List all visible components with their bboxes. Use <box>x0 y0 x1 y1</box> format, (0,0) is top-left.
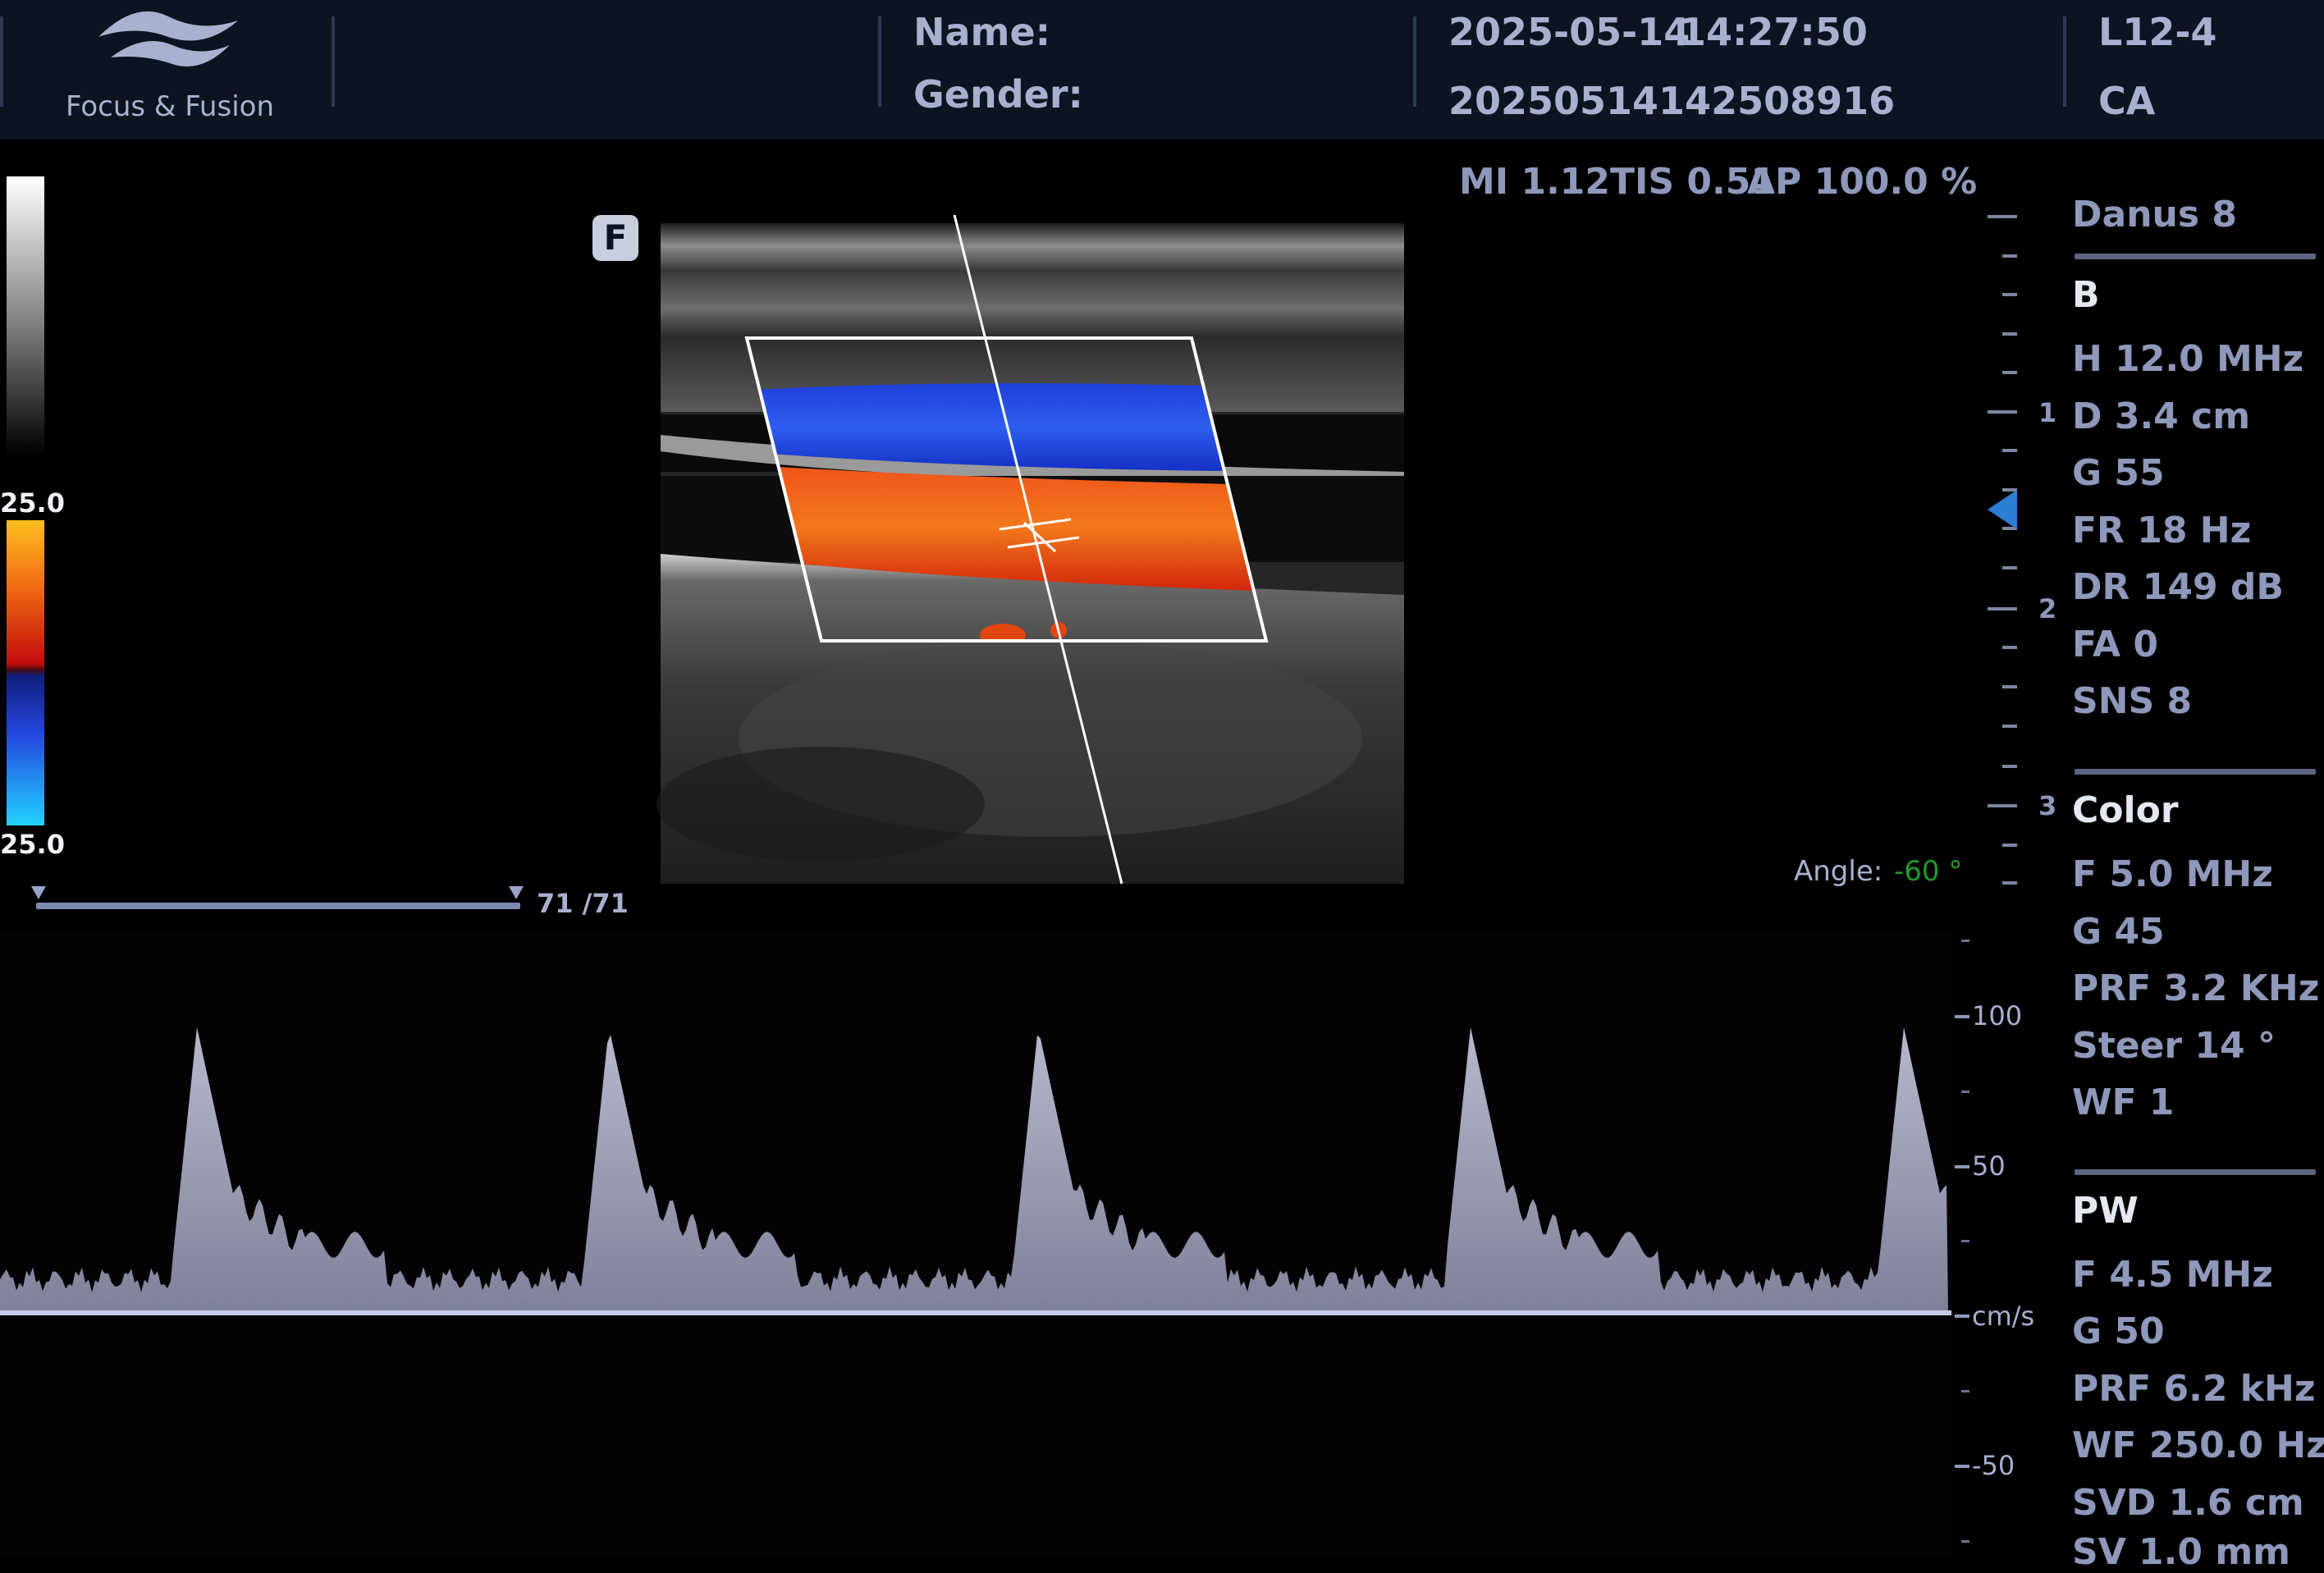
focus-marker-icon[interactable] <box>1988 490 2017 529</box>
color-mode-param: PRF 3.2 KHz <box>2072 967 2320 1009</box>
device-name: Danus 8 <box>2072 194 2237 235</box>
cine-end-marker[interactable] <box>509 886 524 899</box>
grayscale-bar <box>7 176 44 455</box>
color-scale-bottom-value: 25.0 <box>0 829 65 860</box>
brand-logo: Focus & Fusion <box>66 0 274 123</box>
param-divider <box>2075 1169 2316 1175</box>
depth-label: 1 <box>2038 397 2057 428</box>
color-mode-param: Steer 14 ° <box>2072 1025 2276 1067</box>
exam-time: 14:27:50 <box>1680 10 1868 54</box>
color-scale-top-value: 25.0 <box>0 487 65 519</box>
color-roi-box <box>744 336 1269 642</box>
logo-text: Focus & Fusion <box>66 90 274 123</box>
logo-waves-icon <box>98 11 238 67</box>
ap-index: AP 100.0 % <box>1747 161 1978 203</box>
mi-index: MI 1.12 <box>1459 161 1611 203</box>
color-mode-param: G 45 <box>2072 911 2165 953</box>
velocity-label: 100 <box>1972 1000 2023 1031</box>
velocity-unit-label: cm/s <box>1972 1301 2035 1332</box>
b-mode-param: H 12.0 MHz <box>2072 338 2304 380</box>
angle-value: -60 ° <box>1894 855 1963 888</box>
b-mode-param: SNS 8 <box>2072 680 2193 722</box>
patient-gender-label[interactable]: Gender: <box>913 72 1083 117</box>
freeze-badge: F <box>592 215 638 261</box>
param-divider <box>2075 254 2316 259</box>
pw-mode-param: PRF 6.2 kHz <box>2072 1368 2316 1410</box>
header-divider <box>332 16 335 107</box>
pw-mode-param: SV 1.0 mm <box>2072 1531 2291 1573</box>
doppler-spectrum[interactable] <box>0 931 1953 1555</box>
velocity-label: 50 <box>1972 1150 2006 1182</box>
depth-label: 2 <box>2038 593 2057 624</box>
freeze-badge-label: F <box>603 217 628 258</box>
color-mode-param: WF 1 <box>2072 1081 2175 1123</box>
angle-label: Angle: <box>1794 855 1883 888</box>
sample-volume-gate <box>999 518 1080 553</box>
pw-mode-param: G 50 <box>2072 1310 2165 1352</box>
color-mode-title[interactable]: Color <box>2072 789 2179 831</box>
exam-id: 20250514142508916 <box>1448 79 1896 123</box>
pw-mode-param: SVD 1.6 cm <box>2072 1482 2304 1524</box>
param-divider <box>2075 769 2316 775</box>
doppler-cursor-line <box>953 214 1123 885</box>
patient-name-label[interactable]: Name: <box>913 10 1050 54</box>
color-velocity-bar <box>7 520 44 825</box>
header-divider <box>878 16 881 107</box>
exam-date: 2025-05-14 <box>1448 10 1690 54</box>
header-divider <box>0 16 3 107</box>
cine-slider[interactable] <box>36 903 520 909</box>
b-mode-param: FR 18 Hz <box>2072 510 2252 551</box>
cine-frame-counter: 71 /71 <box>537 888 629 919</box>
b-mode-param: D 3.4 cm <box>2072 396 2251 437</box>
pw-mode-title[interactable]: PW <box>2072 1190 2139 1232</box>
pw-mode-param: F 4.5 MHz <box>2072 1254 2273 1296</box>
cine-start-marker[interactable] <box>31 886 46 899</box>
color-mode-param: F 5.0 MHz <box>2072 853 2273 895</box>
header-bar: Focus & Fusion Name: Gender: 2025-05-14 … <box>0 0 2324 139</box>
preset-name[interactable]: CA <box>2098 79 2155 123</box>
b-mode-param: DR 149 dB <box>2072 566 2284 608</box>
b-mode-param: FA 0 <box>2072 624 2158 665</box>
header-divider <box>2063 16 2066 107</box>
b-mode-title[interactable]: B <box>2072 274 2100 316</box>
header-divider <box>1413 16 1416 107</box>
velocity-label: -50 <box>1972 1450 2015 1481</box>
pw-mode-param: WF 250.0 Hz <box>2072 1424 2324 1466</box>
depth-label: 3 <box>2038 790 2057 821</box>
probe-name[interactable]: L12-4 <box>2098 10 2216 54</box>
b-mode-param: G 55 <box>2072 452 2165 494</box>
